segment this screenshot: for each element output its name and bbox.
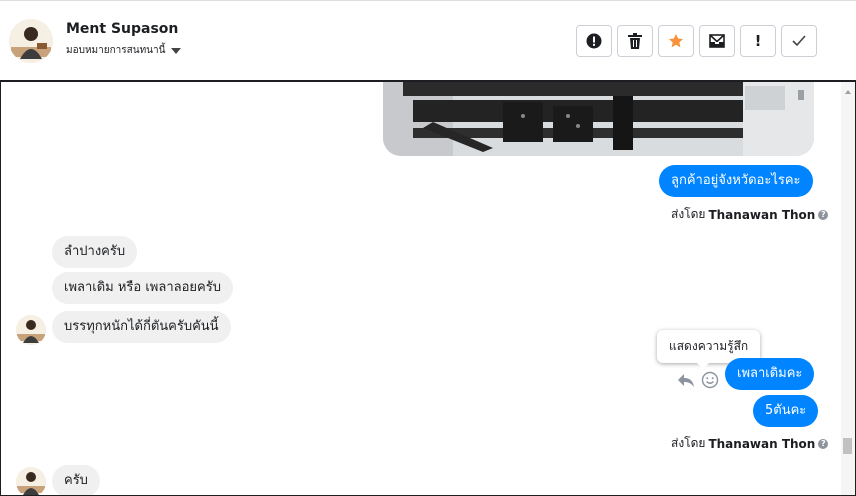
assign-conversation-dropdown[interactable]: มอบหมายการสนทนานี้ bbox=[66, 43, 182, 58]
contact-name: Ment Supason bbox=[66, 21, 179, 37]
sent-by-label: ส่งโดย Thanawan Thon ? bbox=[671, 205, 829, 224]
assign-label: มอบหมายการสนทนานี้ bbox=[66, 45, 166, 56]
message-outgoing[interactable]: ลูกค้าอยู่จังหวัดอะไรคะ bbox=[659, 165, 813, 197]
message-incoming[interactable]: บรรทุกหนักได้กี่ตันครับคันนี้ bbox=[52, 311, 231, 343]
message-actions bbox=[677, 371, 719, 389]
message-thread[interactable]: ลูกค้าอยู่จังหวัดอะไรคะ ส่งโดย Thanawan … bbox=[0, 80, 856, 496]
sender-name: Thanawan Thon bbox=[708, 207, 816, 222]
shared-photo[interactable] bbox=[383, 82, 814, 156]
alert-circle-icon bbox=[586, 33, 602, 49]
smiley-icon[interactable] bbox=[701, 371, 719, 389]
delete-button[interactable] bbox=[617, 25, 653, 57]
spam-button[interactable] bbox=[576, 25, 612, 57]
scroll-up-arrow-icon[interactable] bbox=[845, 90, 851, 94]
caret-down-icon bbox=[171, 47, 182, 54]
sender-name: Thanawan Thon bbox=[708, 436, 816, 451]
message-outgoing[interactable]: 5ตันคะ bbox=[753, 395, 819, 427]
sent-by-prefix: ส่งโดย bbox=[671, 436, 706, 450]
sent-by-prefix: ส่งโดย bbox=[671, 207, 706, 221]
message-incoming[interactable]: ครับ bbox=[52, 465, 100, 495]
check-icon bbox=[792, 35, 806, 47]
star-icon bbox=[668, 34, 684, 48]
envelope-icon bbox=[709, 34, 725, 48]
contact-avatar-small[interactable] bbox=[16, 315, 46, 345]
trash-icon bbox=[628, 33, 642, 49]
help-icon[interactable]: ? bbox=[818, 209, 829, 220]
exclamation-icon: ! bbox=[754, 32, 762, 50]
conversation-toolbar: ! bbox=[576, 25, 817, 57]
scroll-thumb[interactable] bbox=[843, 438, 852, 454]
reply-icon[interactable] bbox=[677, 372, 695, 388]
contact-avatar-small[interactable] bbox=[16, 467, 46, 495]
sent-by-label: ส่งโดย Thanawan Thon ? bbox=[671, 434, 829, 453]
mark-unread-button[interactable] bbox=[699, 25, 735, 57]
star-button[interactable] bbox=[658, 25, 694, 57]
message-incoming[interactable]: ลำปางครับ bbox=[52, 236, 138, 268]
follow-up-button[interactable]: ! bbox=[740, 25, 776, 57]
contact-avatar[interactable] bbox=[9, 19, 53, 63]
message-incoming[interactable]: เพลาเดิม หรือ เพลาลอยครับ bbox=[52, 272, 233, 304]
message-outgoing[interactable]: เพลาเดิมคะ bbox=[725, 358, 815, 390]
conversation-header: Ment Supason มอบหมายการสนทนานี้ ! bbox=[0, 0, 856, 80]
done-button[interactable] bbox=[781, 25, 817, 57]
scrollbar[interactable] bbox=[841, 82, 855, 495]
help-icon[interactable]: ? bbox=[818, 438, 829, 449]
